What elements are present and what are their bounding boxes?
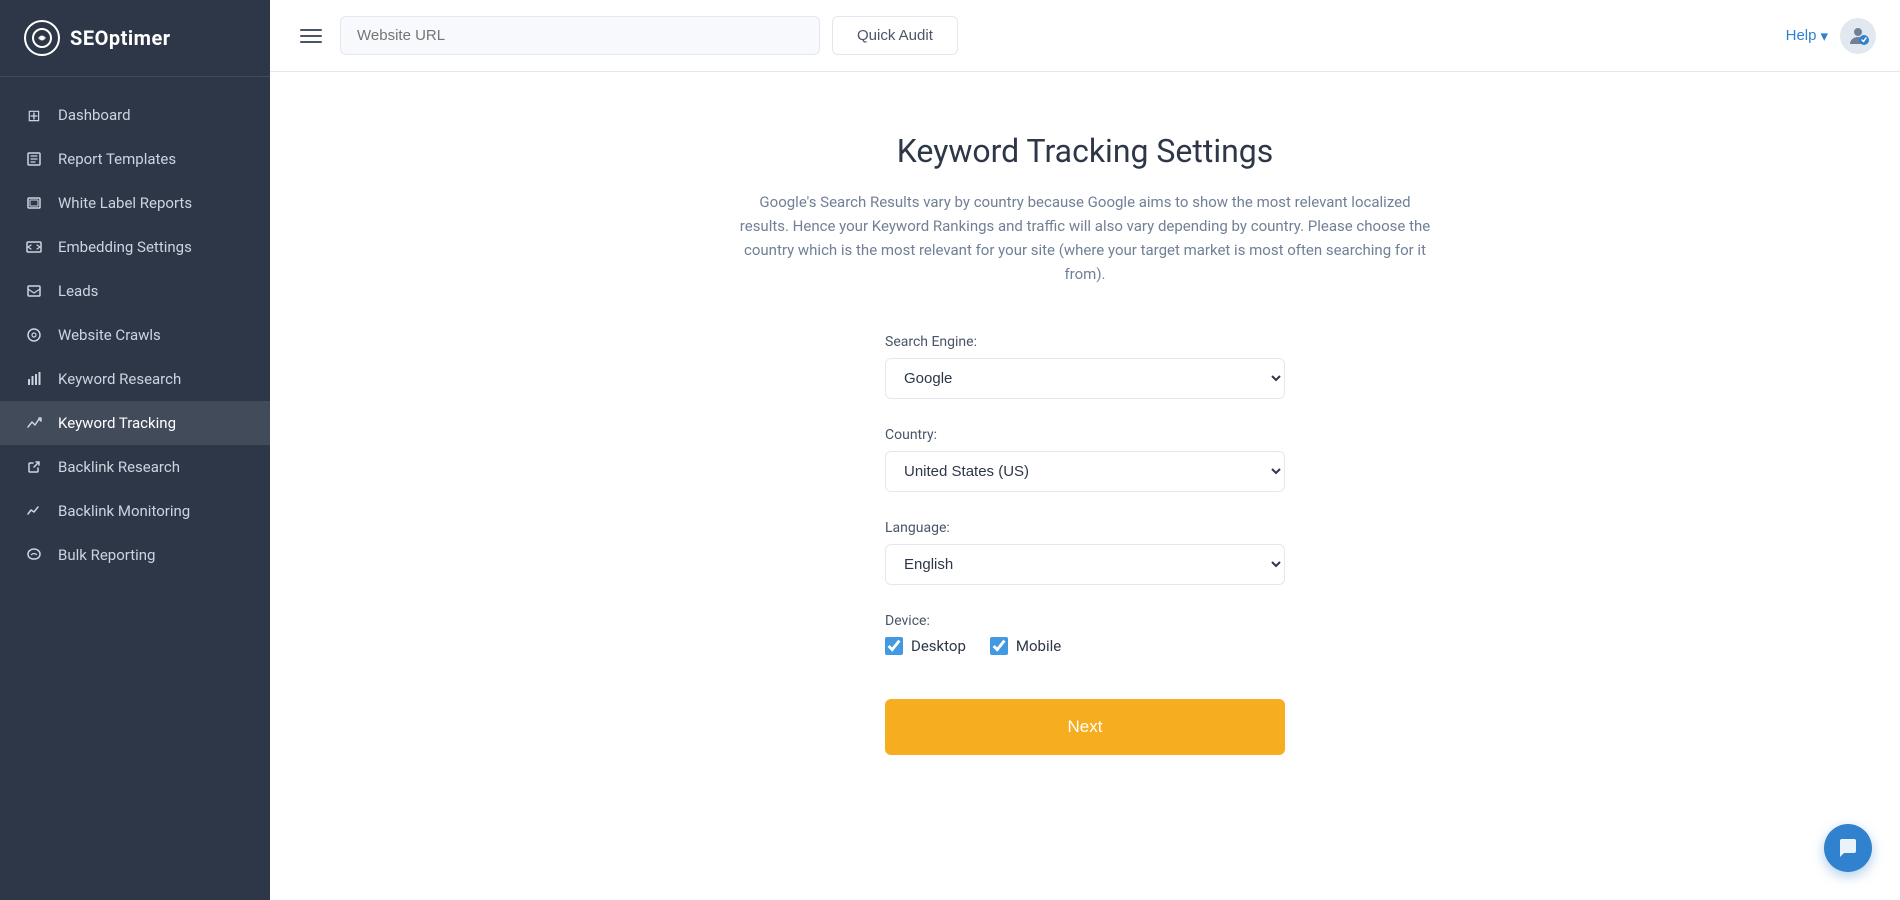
page-content: Keyword Tracking Settings Google's Searc…: [270, 72, 1900, 900]
sidebar-item-bulk-reporting[interactable]: Bulk Reporting: [0, 533, 270, 577]
search-engine-group: Search Engine: Google Bing Yahoo: [885, 334, 1285, 399]
embedding-icon: [24, 237, 44, 257]
sidebar-item-keyword-research[interactable]: Keyword Research: [0, 357, 270, 401]
language-label: Language:: [885, 520, 1285, 536]
help-label: Help: [1786, 27, 1817, 44]
sidebar-item-white-label[interactable]: White Label Reports: [0, 181, 270, 225]
device-options: Desktop Mobile: [885, 637, 1285, 655]
sidebar-item-label: Keyword Research: [58, 370, 181, 388]
white-label-icon: [24, 193, 44, 213]
brand-logo-icon: [24, 20, 60, 56]
country-label: Country:: [885, 427, 1285, 443]
sidebar-item-label: Backlink Research: [58, 458, 180, 476]
search-engine-label: Search Engine:: [885, 334, 1285, 350]
sidebar: SEOptimer ⊞ Dashboard Report Templates W…: [0, 0, 270, 900]
sidebar-item-label: Dashboard: [58, 106, 131, 124]
hamburger-line: [300, 41, 322, 43]
report-templates-icon: [24, 149, 44, 169]
sidebar-item-leads[interactable]: Leads: [0, 269, 270, 313]
user-avatar[interactable]: [1840, 18, 1876, 54]
website-crawls-icon: [24, 325, 44, 345]
hamburger-line: [300, 29, 322, 31]
device-label: Device:: [885, 613, 1285, 629]
backlink-monitoring-icon: [24, 501, 44, 521]
device-mobile-option[interactable]: Mobile: [990, 637, 1061, 655]
sidebar-item-label: Bulk Reporting: [58, 546, 155, 564]
sidebar-item-backlink-research[interactable]: Backlink Research: [0, 445, 270, 489]
next-button[interactable]: Next: [885, 699, 1285, 755]
leads-icon: [24, 281, 44, 301]
device-desktop-option[interactable]: Desktop: [885, 637, 966, 655]
sidebar-item-dashboard[interactable]: ⊞ Dashboard: [0, 93, 270, 137]
sidebar-item-label: Leads: [58, 282, 98, 300]
search-engine-select[interactable]: Google Bing Yahoo: [885, 358, 1285, 399]
sidebar-item-backlink-monitoring[interactable]: Backlink Monitoring: [0, 489, 270, 533]
keyword-research-icon: [24, 369, 44, 389]
backlink-research-icon: [24, 457, 44, 477]
page-title: Keyword Tracking Settings: [897, 132, 1274, 170]
sidebar-logo: SEOptimer: [0, 0, 270, 77]
main-area: Quick Audit Help ▾ Keyword Tracking Sett…: [270, 0, 1900, 900]
sidebar-item-label: Backlink Monitoring: [58, 502, 190, 520]
sidebar-item-label: Keyword Tracking: [58, 414, 176, 432]
sidebar-item-label: White Label Reports: [58, 194, 192, 212]
header: Quick Audit Help ▾: [270, 0, 1900, 72]
chat-bubble-button[interactable]: [1824, 824, 1872, 872]
sidebar-item-label: Report Templates: [58, 150, 176, 168]
sidebar-item-keyword-tracking[interactable]: Keyword Tracking: [0, 401, 270, 445]
dashboard-icon: ⊞: [24, 105, 44, 125]
keyword-tracking-icon: [24, 413, 44, 433]
sidebar-item-embedding[interactable]: Embedding Settings: [0, 225, 270, 269]
sidebar-item-label: Website Crawls: [58, 326, 161, 344]
sidebar-item-report-templates[interactable]: Report Templates: [0, 137, 270, 181]
device-desktop-checkbox[interactable]: [885, 637, 903, 655]
country-group: Country: United States (US) United Kingd…: [885, 427, 1285, 492]
hamburger-line: [300, 35, 322, 37]
brand-name: SEOptimer: [70, 26, 171, 50]
hamburger-button[interactable]: [294, 23, 328, 49]
help-chevron-icon: ▾: [1820, 27, 1828, 45]
quick-audit-button[interactable]: Quick Audit: [832, 16, 958, 55]
sidebar-nav: ⊞ Dashboard Report Templates White Label…: [0, 77, 270, 900]
sidebar-item-label: Embedding Settings: [58, 238, 192, 256]
device-mobile-checkbox[interactable]: [990, 637, 1008, 655]
device-group: Device: Desktop Mobile: [885, 613, 1285, 655]
help-button[interactable]: Help ▾: [1786, 27, 1828, 45]
settings-form: Search Engine: Google Bing Yahoo Country…: [885, 334, 1285, 755]
device-desktop-label: Desktop: [911, 637, 966, 655]
sidebar-item-website-crawls[interactable]: Website Crawls: [0, 313, 270, 357]
settings-card: Keyword Tracking Settings Google's Searc…: [270, 72, 1900, 900]
bulk-reporting-icon: [24, 545, 44, 565]
device-mobile-label: Mobile: [1016, 637, 1061, 655]
website-url-input[interactable]: [340, 16, 820, 55]
language-select[interactable]: English Spanish French German Portuguese: [885, 544, 1285, 585]
language-group: Language: English Spanish French German …: [885, 520, 1285, 585]
country-select[interactable]: United States (US) United Kingdom (UK) A…: [885, 451, 1285, 492]
page-description: Google's Search Results vary by country …: [735, 190, 1435, 286]
